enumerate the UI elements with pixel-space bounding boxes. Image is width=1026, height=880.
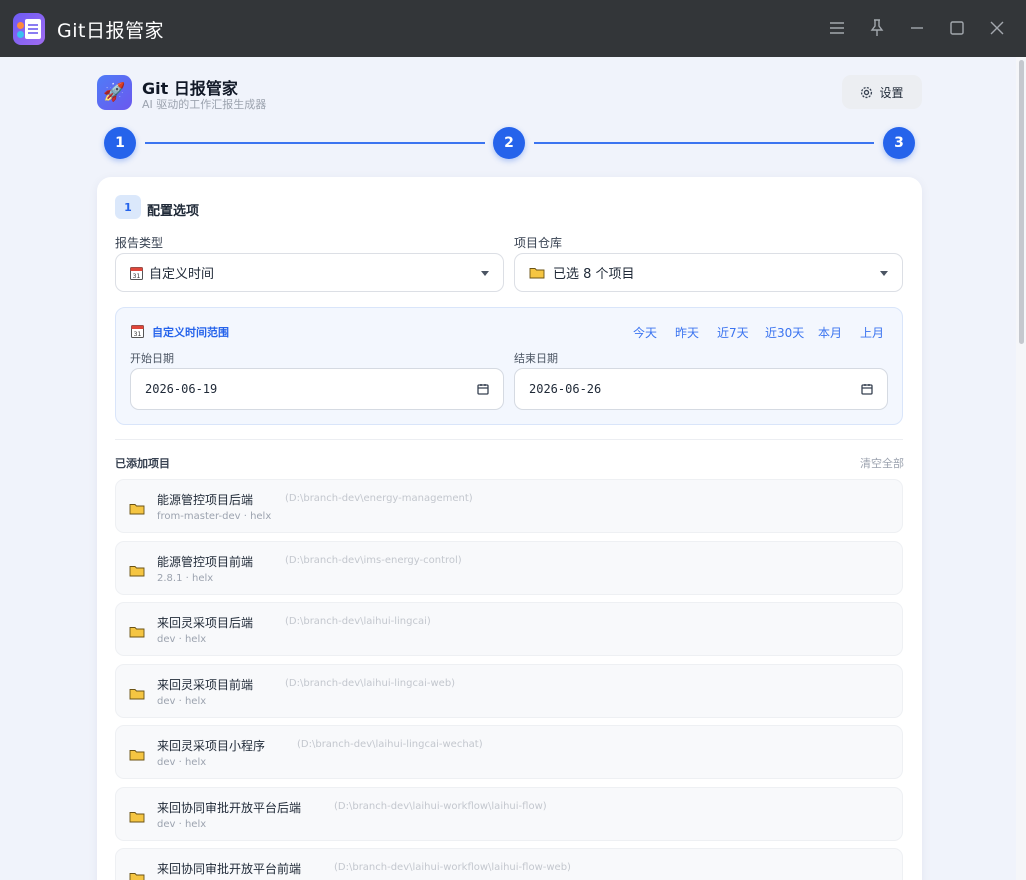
stepper-connector-1 (145, 142, 485, 144)
repo-select[interactable]: 已选 8 个项目 (514, 253, 903, 292)
window-titlebar: Git日报管家 (0, 0, 1026, 57)
project-meta: from-master-dev · helx (157, 511, 272, 522)
folder-icon (129, 562, 145, 581)
project-path: (D:\branch-dev\laihui-workflow\laihui-fl… (334, 862, 571, 873)
project-item[interactable]: 来回协同审批开放平台后端 (D:\branch-dev\laihui-workf… (115, 787, 903, 841)
stepper-connector-2 (534, 142, 874, 144)
folder-icon (129, 623, 145, 642)
report-type-label: 报告类型 (115, 236, 164, 250)
end-date-input[interactable]: 2026-06-26 (514, 368, 888, 410)
clear-all-button[interactable]: 清空全部 (860, 455, 904, 471)
repo-label: 项目仓库 (514, 236, 563, 250)
calendar-icon: 31 (131, 323, 144, 342)
window-title: Git日报管家 (57, 20, 164, 42)
close-icon[interactable] (987, 18, 1007, 38)
calendar-icon: 31 (130, 266, 143, 280)
quick-last-7-days[interactable]: 近7天 (717, 324, 749, 341)
settings-label: 设置 (879, 85, 904, 100)
chevron-down-icon (880, 271, 888, 276)
project-path: (D:\branch-dev\energy-management) (285, 493, 473, 504)
report-type-select[interactable]: 31 自定义时间 (115, 253, 504, 292)
page-subtitle: AI 驱动的工作汇报生成器 (142, 98, 267, 111)
chevron-down-icon (481, 271, 489, 276)
project-item[interactable]: 能源管控项目前端 (D:\branch-dev\ims-energy-contr… (115, 541, 903, 595)
project-name: 能源管控项目后端 (157, 493, 254, 507)
svg-text:31: 31 (133, 273, 141, 280)
quick-this-month[interactable]: 本月 (818, 324, 842, 341)
project-path: (D:\branch-dev\ims-energy-control) (285, 555, 462, 566)
folder-icon (529, 266, 545, 279)
calendar-picker-icon[interactable] (477, 383, 489, 395)
menu-icon[interactable] (827, 18, 847, 38)
step-1[interactable]: 1 (104, 127, 136, 159)
app-logo-icon (13, 13, 45, 45)
project-name: 来回灵采项目后端 (157, 616, 254, 630)
quick-last-month[interactable]: 上月 (860, 324, 884, 341)
start-date-value: 2026-06-19 (145, 382, 218, 396)
added-projects-title: 已添加项目 (115, 457, 170, 470)
project-meta: dev · helx (157, 696, 207, 707)
gear-icon (861, 86, 873, 98)
section-title: 配置选项 (147, 204, 200, 219)
project-name: 能源管控项目前端 (157, 555, 254, 569)
project-path: (D:\branch-dev\laihui-lingcai-wechat) (297, 739, 483, 750)
calendar-picker-icon[interactable] (861, 383, 873, 395)
repo-value: 已选 8 个项目 (553, 267, 635, 282)
project-path: (D:\branch-dev\laihui-lingcai-web) (285, 678, 456, 689)
maximize-icon[interactable] (947, 18, 967, 38)
project-item[interactable]: 来回灵采项目后端 (D:\branch-dev\laihui-lingcai) … (115, 602, 903, 656)
project-name: 来回灵采项目小程序 (157, 739, 266, 753)
end-date-value: 2026-06-26 (529, 382, 602, 396)
start-date-input[interactable]: 2026-06-19 (130, 368, 504, 410)
section-number-badge: 1 (115, 195, 141, 219)
step-3[interactable]: 3 (883, 127, 915, 159)
folder-icon (129, 685, 145, 704)
project-name: 来回协同审批开放平台前端 (157, 862, 302, 876)
project-item[interactable]: 来回灵采项目前端 (D:\branch-dev\laihui-lingcai-w… (115, 664, 903, 718)
divider (115, 439, 903, 440)
project-item[interactable]: 能源管控项目后端 (D:\branch-dev\energy-managemen… (115, 479, 903, 533)
folder-icon (129, 500, 145, 519)
settings-button[interactable]: 设置 (842, 75, 922, 109)
project-path: (D:\branch-dev\laihui-lingcai) (285, 616, 431, 627)
quick-last-30-days[interactable]: 近30天 (765, 324, 804, 341)
folder-icon (129, 869, 145, 880)
project-name: 来回灵采项目前端 (157, 678, 254, 692)
range-title: 自定义时间范围 (152, 326, 229, 339)
quick-yesterday[interactable]: 昨天 (675, 324, 699, 341)
project-meta: 2.8.1 · helx (157, 573, 214, 584)
minimize-icon[interactable] (907, 18, 927, 38)
project-meta: dev · helx (157, 634, 207, 645)
pin-icon[interactable] (867, 18, 887, 38)
folder-icon (129, 746, 145, 765)
svg-text:31: 31 (134, 331, 142, 338)
scrollbar-thumb[interactable] (1019, 60, 1024, 344)
end-date-label: 结束日期 (514, 352, 558, 365)
quick-today[interactable]: 今天 (633, 324, 657, 341)
project-item[interactable]: 来回灵采项目小程序 (D:\branch-dev\laihui-lingcai-… (115, 725, 903, 779)
folder-icon (129, 808, 145, 827)
report-type-value: 自定义时间 (149, 267, 215, 282)
project-name: 来回协同审批开放平台后端 (157, 801, 302, 815)
rocket-icon: 🚀 (97, 75, 132, 110)
project-item[interactable]: 来回协同审批开放平台前端 (D:\branch-dev\laihui-workf… (115, 848, 903, 880)
project-path: (D:\branch-dev\laihui-workflow\laihui-fl… (334, 801, 547, 812)
start-date-label: 开始日期 (130, 352, 174, 365)
project-meta: dev · helx (157, 819, 207, 830)
project-meta: dev · helx (157, 757, 207, 768)
step-2[interactable]: 2 (493, 127, 525, 159)
